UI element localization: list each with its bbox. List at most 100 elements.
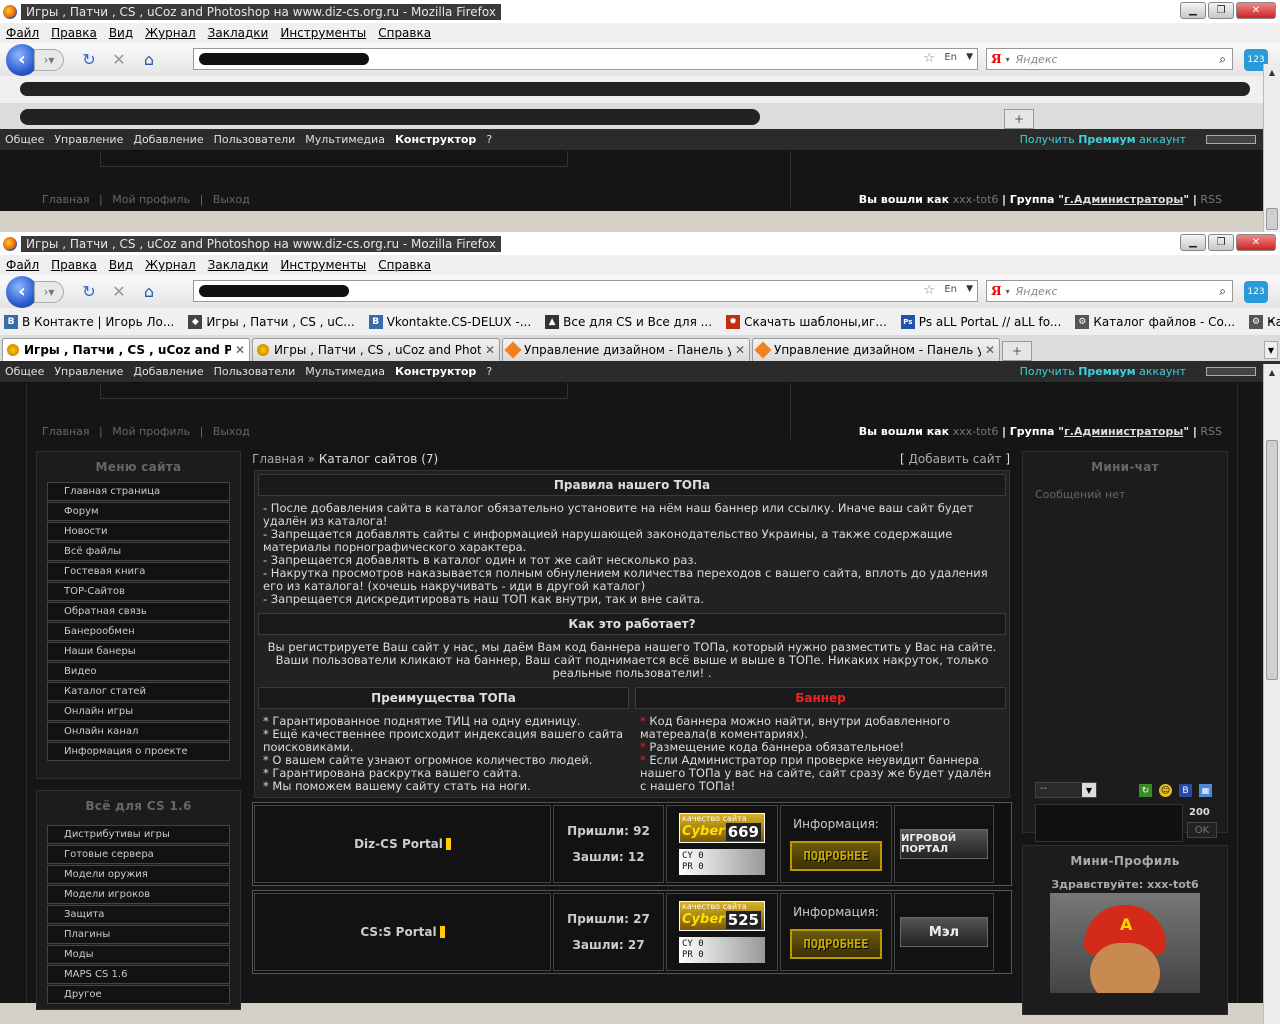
- tab-item[interactable]: Управление дизайном - Панель у... ✕: [752, 338, 1000, 361]
- add-site-link[interactable]: [ Добавить сайт ]: [900, 452, 1010, 466]
- tab-item[interactable]: Игры , Патчи , CS , uCoz and Phot...✕: [2, 338, 250, 361]
- url-bar[interactable]: ☆ En ▼: [193, 280, 978, 302]
- ucoz-help[interactable]: ?: [481, 365, 497, 378]
- minichat-input[interactable]: [1035, 804, 1183, 842]
- smile-icon[interactable]: ☺: [1159, 784, 1172, 797]
- calendar-icon[interactable]: ▦: [1199, 784, 1212, 797]
- banner-image[interactable]: Мэл: [900, 917, 988, 947]
- menu-bookmarks[interactable]: Закладки: [202, 258, 275, 272]
- bookmark-item[interactable]: ▲ Все для CS и Все для ...: [541, 314, 712, 329]
- search-box[interactable]: Я ▾ Яндекс ⌕: [986, 280, 1233, 302]
- tab-item[interactable]: Игры , Патчи , CS , uCoz and Phot...✕: [252, 338, 500, 361]
- bookmark-item[interactable]: ⚙ Каталог файлов - Co...: [1071, 314, 1235, 329]
- bookmark-item[interactable]: ⚙Каталог файлов - Ga...: [1245, 314, 1280, 329]
- ucoz-menu-media[interactable]: Мультимедиа: [300, 365, 390, 378]
- tab-item[interactable]: Управление дизайном - Панель у... ✕: [502, 338, 750, 361]
- ucoz-menu-manage[interactable]: Управление: [49, 365, 128, 378]
- stop-icon[interactable]: ✕: [108, 281, 130, 303]
- menu-link[interactable]: Плагины: [47, 925, 230, 944]
- bbcode-icon[interactable]: B: [1179, 784, 1192, 797]
- cy-pr-badge[interactable]: CY 0 PR 0: [679, 937, 765, 963]
- ucoz-menu-add[interactable]: Добавление: [128, 365, 208, 378]
- menu-link[interactable]: MAPS CS 1.6: [47, 965, 230, 984]
- crumb-home[interactable]: Главная: [252, 452, 304, 466]
- cyber-rating-badge[interactable]: качество сайта Cyber 525: [679, 901, 765, 931]
- reload-icon[interactable]: ↻: [78, 281, 100, 303]
- star-icon[interactable]: ☆: [923, 283, 935, 298]
- menu-help[interactable]: Справка: [372, 258, 437, 272]
- minichat-select[interactable]: -- ▼: [1035, 782, 1097, 798]
- rss-link[interactable]: RSS: [1200, 425, 1222, 438]
- ucoz-menu-users[interactable]: Пользователи: [209, 365, 301, 378]
- group-link[interactable]: г.Администраторы: [1064, 193, 1183, 206]
- star-icon[interactable]: ☆: [923, 51, 935, 66]
- menu-link[interactable]: Другое: [47, 985, 230, 1004]
- scroll-up-icon[interactable]: ▲: [1264, 364, 1280, 380]
- minichat-ok-button[interactable]: OK: [1187, 822, 1217, 838]
- menu-history[interactable]: Журнал: [139, 258, 202, 272]
- scrollbar[interactable]: ▲: [1263, 364, 1280, 1024]
- avatar[interactable]: A: [1050, 893, 1200, 993]
- tab-list-icon[interactable]: ▼: [1264, 341, 1278, 359]
- menu-link[interactable]: Каталог статей: [47, 682, 230, 701]
- forward-button[interactable]: ›▾: [34, 280, 64, 303]
- menu-link[interactable]: Онлайн канал: [47, 722, 230, 741]
- ucoz-menu-general[interactable]: Общее: [0, 133, 49, 146]
- addon-icon[interactable]: 123: [1244, 281, 1268, 303]
- ucoz-help[interactable]: ?: [481, 133, 497, 146]
- cy-pr-badge[interactable]: CY 0 PR 0: [679, 849, 765, 875]
- ucoz-menu-constructor[interactable]: Конструктор: [390, 133, 481, 146]
- ucoz-menu-manage[interactable]: Управление: [49, 133, 128, 146]
- site-name[interactable]: Diz-CS Portal: [254, 805, 551, 883]
- ucoz-menu-general[interactable]: Общее: [0, 365, 49, 378]
- menu-tools[interactable]: Инструменты: [274, 26, 372, 40]
- new-tab-button[interactable]: +: [1002, 341, 1032, 361]
- menu-link[interactable]: Банерообмен: [47, 622, 230, 641]
- link-profile[interactable]: Мой профиль: [112, 193, 190, 206]
- group-link[interactable]: г.Администраторы: [1064, 425, 1183, 438]
- menu-view[interactable]: Вид: [103, 26, 139, 40]
- bookmark-item[interactable]: Ps Ps aLL PortaL // aLL fo...: [897, 314, 1061, 329]
- close-tab-icon[interactable]: ✕: [235, 343, 245, 357]
- search-icon[interactable]: ⌕: [1219, 52, 1226, 67]
- menu-link[interactable]: Готовые сервера: [47, 845, 230, 864]
- scrollbar[interactable]: ▲: [1263, 64, 1280, 232]
- menu-link[interactable]: Защита: [47, 905, 230, 924]
- close-tab-icon[interactable]: ✕: [985, 343, 995, 357]
- close-button[interactable]: ✕: [1236, 234, 1276, 251]
- site-name[interactable]: CS:S Portal: [254, 893, 551, 971]
- menu-link[interactable]: Новости: [47, 522, 230, 541]
- close-tab-icon[interactable]: ✕: [735, 343, 745, 357]
- menu-link[interactable]: Гостевая книга: [47, 562, 230, 581]
- menu-file[interactable]: Файл: [0, 26, 45, 40]
- link-home[interactable]: Главная: [42, 193, 90, 206]
- chevron-down-icon[interactable]: ▼: [966, 284, 973, 294]
- link-logout[interactable]: Выход: [213, 193, 250, 206]
- menu-link[interactable]: Информация о проекте: [47, 742, 230, 761]
- ucoz-menu-users[interactable]: Пользователи: [209, 133, 301, 146]
- panel-slider[interactable]: [1206, 135, 1256, 144]
- close-button[interactable]: ✕: [1236, 2, 1276, 19]
- menu-bookmarks[interactable]: Закладки: [202, 26, 275, 40]
- more-button[interactable]: ПОДРОБНЕЕ: [790, 929, 882, 959]
- scroll-up-icon[interactable]: ▲: [1264, 64, 1280, 80]
- stop-icon[interactable]: ✕: [108, 49, 130, 71]
- url-bar[interactable]: ☆ En ▼: [193, 48, 978, 70]
- reload-icon[interactable]: ↻: [78, 49, 100, 71]
- menu-link[interactable]: Дистрибутивы игры: [47, 825, 230, 844]
- link-home[interactable]: Главная: [42, 425, 90, 438]
- menu-link[interactable]: Модели оружия: [47, 865, 230, 884]
- menu-link[interactable]: Форум: [47, 502, 230, 521]
- menu-link[interactable]: Моды: [47, 945, 230, 964]
- minimize-button[interactable]: ▁: [1180, 2, 1206, 19]
- bookmark-item[interactable]: ✹ Скачать шаблоны,иг...: [722, 314, 887, 329]
- site-banner[interactable]: ИГРОВОЙ ПОРТАЛ: [894, 805, 994, 883]
- username[interactable]: xxx-tot6: [953, 425, 999, 438]
- panel-slider[interactable]: [1206, 367, 1256, 376]
- menu-link[interactable]: Всё файлы: [47, 542, 230, 561]
- link-profile[interactable]: Мой профиль: [112, 425, 190, 438]
- menu-view[interactable]: Вид: [103, 258, 139, 272]
- menu-link[interactable]: Видео: [47, 662, 230, 681]
- ucoz-menu-media[interactable]: Мультимедиа: [300, 133, 390, 146]
- menu-edit[interactable]: Правка: [45, 258, 103, 272]
